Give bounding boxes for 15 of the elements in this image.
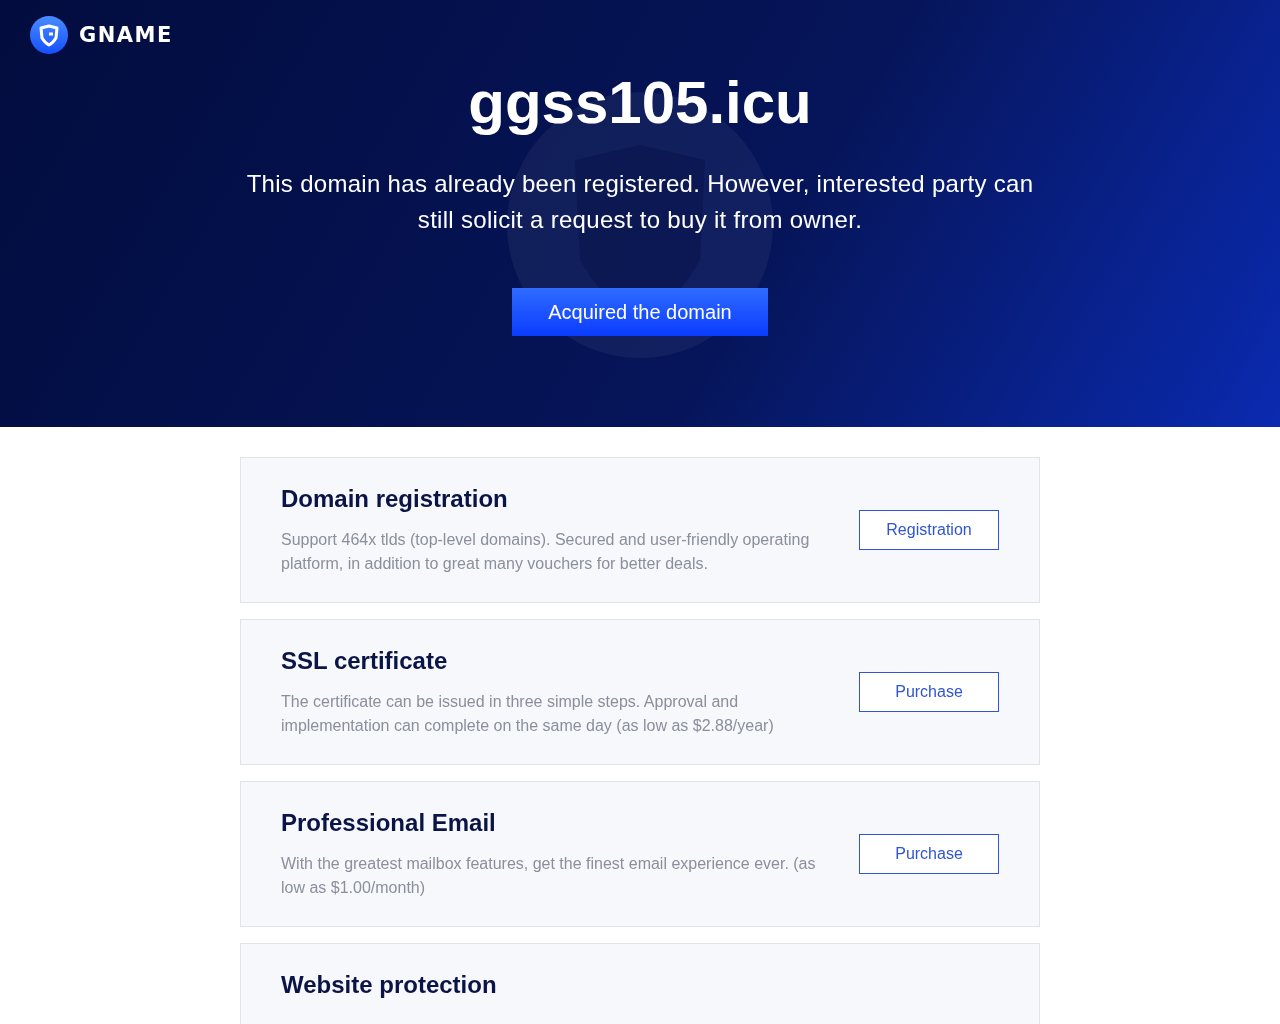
service-description: Support 464x tlds (top-level domains). Secured and user-friendly operating platform, in addition to great many vouchers for better deals. <box>281 530 811 574</box>
service-button[interactable]: Registration <box>859 510 999 550</box>
service-title: SSL certificate <box>281 646 449 676</box>
service-button[interactable]: Purchase <box>859 834 999 874</box>
service-description: With the greatest mailbox features, get the finest email experience ever. (as low as $1.00/month) <box>281 854 817 898</box>
domain-message: This domain has already been registered. However, interested party can still solicit a request to buy it from owner. <box>245 169 1035 235</box>
domain-title: ggss105.icu <box>468 68 812 138</box>
service-title: Professional Email <box>281 808 497 838</box>
service-button[interactable]: Purchase <box>859 672 999 712</box>
brand-name: GNAME <box>79 23 173 47</box>
service-title: Website protection <box>281 970 498 1000</box>
service-title: Domain registration <box>281 484 509 514</box>
service-description: The certificate can be issued in three simple steps. Approval and implementation can complete on the same day (as low as $2.88/year) <box>281 692 775 736</box>
acquire-button[interactable]: Acquired the domain <box>512 288 768 336</box>
logo-icon <box>30 16 68 54</box>
